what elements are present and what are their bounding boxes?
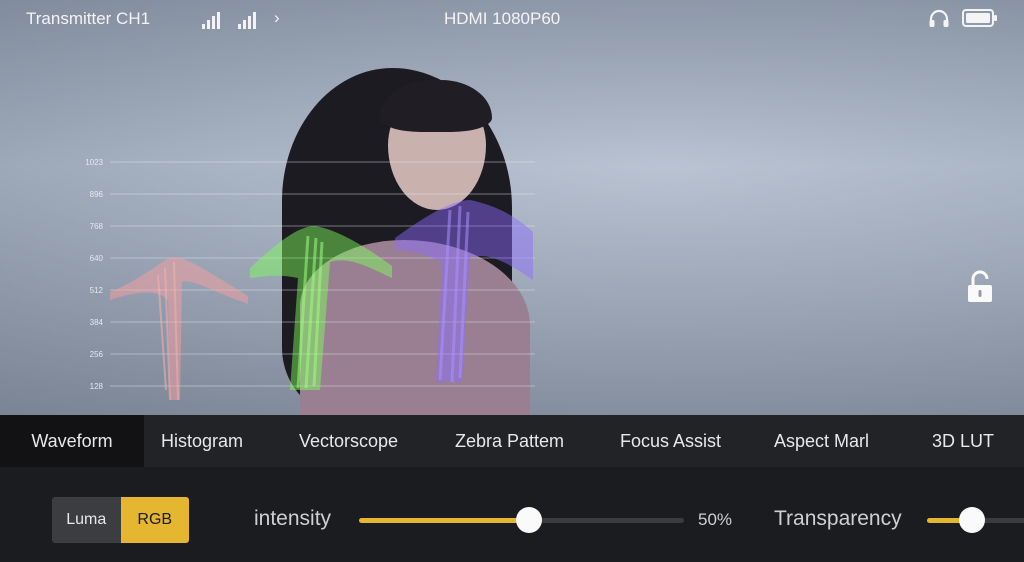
video-feed: 1023 896 768 640 512 384 256 128 [0, 0, 1024, 415]
waveform-red-channel [110, 257, 248, 401]
waveform-tick-label: 256 [90, 350, 104, 359]
waveform-tick-label: 384 [90, 318, 104, 327]
tab-zebra-pattern[interactable]: Zebra Pattem [455, 415, 564, 467]
battery-icon [962, 9, 997, 27]
transmitter-label: Transmitter CH1 [26, 9, 151, 28]
mode-toggle: Luma RGB [52, 497, 189, 543]
waveform-tick-label: 896 [90, 190, 104, 199]
unlock-icon[interactable] [966, 270, 994, 304]
waveform-controls: Luma RGB intensity 50% Transparency [0, 467, 1024, 562]
headphones-icon[interactable] [928, 8, 950, 28]
tab-waveform[interactable]: Waveform [0, 415, 144, 467]
intensity-value: 50% [698, 510, 733, 529]
tab-aspect-marker[interactable]: Aspect Marl [774, 415, 880, 467]
mode-rgb-button[interactable]: RGB [120, 497, 189, 543]
intensity-knob[interactable] [516, 507, 542, 533]
tab-3d-lut[interactable]: 3D LUT [932, 415, 994, 467]
transparency-label: Transparency [774, 507, 902, 530]
transparency-slider[interactable] [927, 507, 1024, 533]
waveform-overlay: 1023 896 768 640 512 384 256 128 [85, 158, 535, 401]
waveform-green-channel [250, 226, 392, 390]
tab-histogram[interactable]: Histogram [161, 415, 243, 467]
status-bar: Transmitter CH1 › HDMI 1080P60 [0, 0, 1024, 40]
waveform-tick-label: 512 [90, 286, 104, 295]
waveform-tick-label: 1023 [85, 158, 103, 167]
waveform-tick-label: 640 [90, 254, 104, 263]
waveform-tick-label: 768 [90, 222, 104, 231]
tab-focus-assist[interactable]: Focus Assist [620, 415, 721, 467]
chevron-right-icon[interactable]: › [274, 8, 280, 28]
mode-luma-button[interactable]: Luma [52, 497, 121, 543]
signal-bars-icon [202, 12, 220, 29]
waveform-blue-channel [395, 200, 533, 383]
tab-vectorscope[interactable]: Vectorscope [299, 415, 398, 467]
tool-tabs: Waveform Histogram Vectorscope Zebra Pat… [0, 415, 1024, 467]
intensity-fill [359, 518, 529, 523]
intensity-slider[interactable] [359, 507, 684, 533]
transparency-knob[interactable] [959, 507, 985, 533]
signal-format-label: HDMI 1080P60 [444, 9, 561, 28]
waveform-tick-label: 128 [90, 382, 104, 391]
intensity-label: intensity [254, 507, 332, 530]
signal-bars-icon [238, 12, 256, 29]
